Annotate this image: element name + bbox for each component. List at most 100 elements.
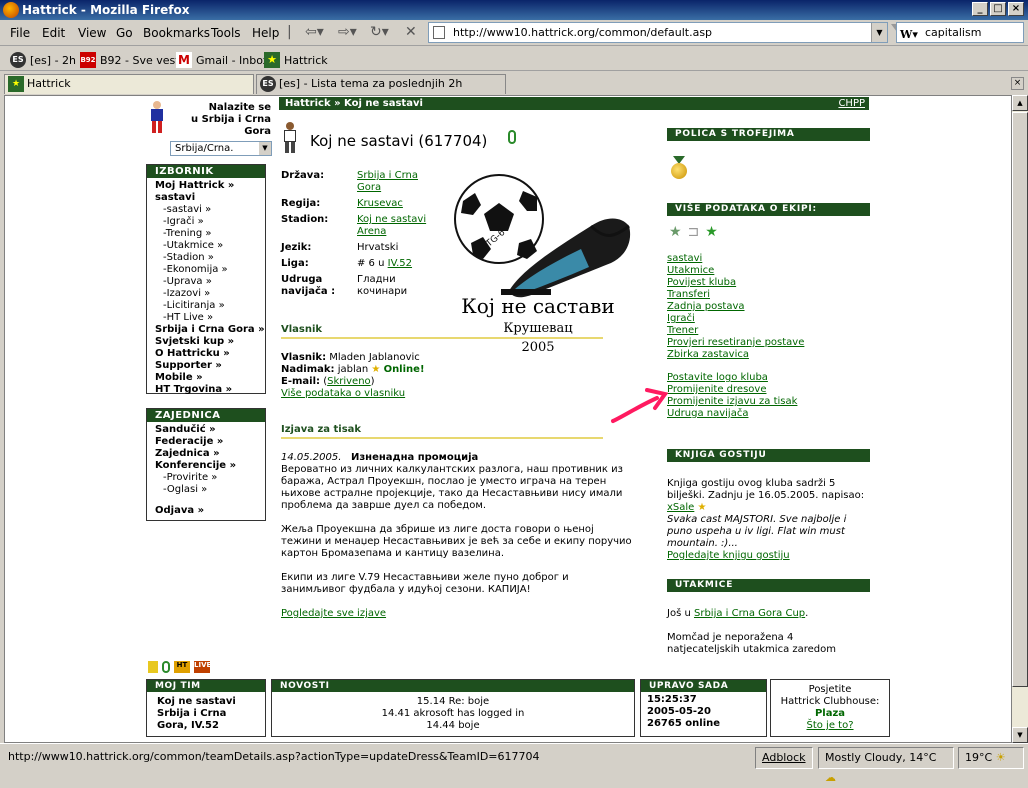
- wikipedia-icon[interactable]: W▾: [900, 25, 918, 44]
- vertical-scrollbar[interactable]: ▲ ▼: [1012, 95, 1028, 743]
- menu-help[interactable]: Help: [252, 26, 279, 40]
- medal-icon[interactable]: [670, 156, 688, 180]
- stop-icon[interactable]: ✕: [405, 24, 417, 40]
- team-link[interactable]: Promijenite izjavu za tisak: [667, 396, 797, 408]
- team-link[interactable]: Zadnja postava: [667, 301, 745, 313]
- team-link[interactable]: sastavi: [667, 253, 702, 265]
- tab-hattrick[interactable]: ★ Hattrick: [4, 74, 254, 94]
- temperature-status[interactable]: 19°C ☀: [958, 747, 1024, 769]
- cloud-sun-icon: ☁: [825, 771, 836, 784]
- zajednica-menu: ZAJEDNICA Sandučić » Federacije » Zajednic…: [146, 408, 266, 521]
- url-dropdown-icon[interactable]: ▼: [871, 23, 887, 42]
- menu-go[interactable]: Go: [116, 26, 133, 40]
- close-tab-icon[interactable]: ×: [1011, 77, 1024, 90]
- search-input[interactable]: capitalism: [925, 26, 981, 39]
- url-input[interactable]: http://www10.hattrick.org/common/default…: [453, 26, 712, 39]
- team-link[interactable]: Trener: [667, 325, 698, 337]
- my-team-league[interactable]: Srbija i Crna Gora, IV.52: [157, 708, 255, 732]
- menu-item[interactable]: -Ekonomija »: [155, 264, 257, 276]
- menu-item[interactable]: -Oglasi »: [155, 484, 257, 496]
- maximize-button[interactable]: □: [990, 2, 1006, 16]
- flag-icon[interactable]: ⊐: [688, 224, 700, 240]
- menu-item[interactable]: Moj Hattrick »: [155, 180, 257, 192]
- team-link[interactable]: Postavite logo kluba: [667, 372, 768, 384]
- menu-item[interactable]: Svjetski kup »: [155, 336, 257, 348]
- menu-item[interactable]: -Licitiranja »: [155, 300, 257, 312]
- adblock-button[interactable]: Adblock: [755, 747, 813, 769]
- info-value: Koj ne sastavi Arena: [357, 214, 427, 237]
- menu-item[interactable]: -Provirite »: [155, 472, 257, 484]
- menu-view[interactable]: View: [78, 26, 106, 40]
- what-is-it-link[interactable]: Što je to?: [771, 720, 889, 732]
- country-select[interactable]: Srbija/Crna. ▼: [170, 141, 272, 156]
- news-item[interactable]: 14.44 boje: [272, 720, 634, 732]
- my-team-name[interactable]: Koj ne sastavi: [157, 696, 255, 708]
- menu-item[interactable]: Supporter »: [155, 360, 257, 372]
- team-link[interactable]: Utakmice: [667, 265, 714, 277]
- menu-item[interactable]: -Utakmice »: [155, 240, 257, 252]
- minimize-button[interactable]: _: [972, 2, 988, 16]
- search-bar[interactable]: W▾ capitalism: [896, 22, 1024, 43]
- forward-icon[interactable]: ⇨▾: [338, 24, 357, 40]
- menu-item[interactable]: Mobile »: [155, 372, 257, 384]
- bookmark-b92[interactable]: B92 B92 - Sve vesti: [80, 52, 183, 68]
- menu-file[interactable]: File: [10, 26, 30, 40]
- menu-edit[interactable]: Edit: [42, 26, 65, 40]
- team-link[interactable]: Povijest kluba: [667, 277, 736, 289]
- team-link[interactable]: Transferi: [667, 289, 710, 301]
- live-icon[interactable]: LIVE: [194, 661, 211, 673]
- menu-tools[interactable]: Tools: [211, 26, 241, 40]
- menu-item[interactable]: Sandučić »: [155, 424, 257, 436]
- menu-item[interactable]: Federacije »: [155, 436, 257, 448]
- menu-item[interactable]: sastavi: [155, 192, 257, 204]
- back-icon[interactable]: ⇦▾: [305, 24, 324, 40]
- star-outline-icon[interactable]: ★: [669, 224, 682, 240]
- paperclip-icon[interactable]: [162, 661, 170, 673]
- bookmark-gmail[interactable]: M Gmail - Inbox: [176, 52, 269, 68]
- news-item[interactable]: 14.41 akrosoft has logged in: [272, 708, 634, 720]
- owner-more-link[interactable]: Više podataka o vlasniku: [281, 388, 425, 400]
- menu-item[interactable]: Konferencije »: [155, 460, 257, 472]
- team-link[interactable]: Zbirka zastavica: [667, 349, 749, 361]
- team-link[interactable]: Udruga navijača: [667, 408, 748, 420]
- guestbook-author-link[interactable]: xSale: [667, 502, 694, 513]
- chevron-down-icon[interactable]: ▼: [259, 142, 271, 155]
- team-link[interactable]: Provjeri resetiranje postave: [667, 337, 804, 349]
- paperclip-icon[interactable]: [508, 130, 516, 144]
- htc-icon[interactable]: HT: [174, 661, 190, 673]
- menu-item[interactable]: -Igrači »: [155, 216, 257, 228]
- tab-es[interactable]: ES [es] - Lista tema za poslednjih 2h: [256, 74, 506, 94]
- menu-item[interactable]: -Trening »: [155, 228, 257, 240]
- scroll-up-icon[interactable]: ▲: [1012, 95, 1028, 111]
- team-link[interactable]: Promijenite dresove: [667, 384, 766, 396]
- menu-item[interactable]: -Uprava »: [155, 276, 257, 288]
- chpp-link[interactable]: CHPP: [838, 97, 865, 110]
- bookmark-es[interactable]: ES [es] - 2h: [10, 52, 76, 68]
- reload-icon[interactable]: ↻▾: [370, 24, 389, 40]
- scroll-down-icon[interactable]: ▼: [1012, 727, 1028, 743]
- odjava-link[interactable]: Odjava »: [155, 505, 204, 516]
- menu-item[interactable]: -Izazovi »: [155, 288, 257, 300]
- guestbook-link[interactable]: Pogledajte knjigu gostiju: [667, 550, 867, 562]
- team-link[interactable]: Igrači: [667, 313, 695, 325]
- see-all-statements-link[interactable]: Pogledajte sve izjave: [281, 608, 633, 620]
- plaza-link[interactable]: Plaza: [771, 708, 889, 720]
- green-star-icon[interactable]: ★: [705, 224, 718, 240]
- close-window-button[interactable]: ×: [1008, 2, 1024, 16]
- scroll-thumb[interactable]: [1012, 112, 1028, 687]
- menu-item[interactable]: O Hattricku »: [155, 348, 257, 360]
- menu-item[interactable]: Srbija i Crna Gora »: [155, 324, 265, 336]
- menu-item[interactable]: -HT Live »: [155, 312, 257, 324]
- news-item[interactable]: 15.14 Re: boje: [272, 696, 634, 708]
- menu-item[interactable]: -sastavi »: [155, 204, 257, 216]
- note-icon[interactable]: [148, 661, 158, 673]
- menu-item[interactable]: HT Trgovina »: [155, 384, 257, 396]
- menu-item[interactable]: -Stadion »: [155, 252, 257, 264]
- bookmark-hattrick[interactable]: ★ Hattrick: [264, 52, 328, 68]
- email-link[interactable]: Skriveno: [327, 376, 371, 387]
- cup-link[interactable]: Srbija i Crna Gora Cup: [694, 608, 805, 619]
- menu-bookmarks[interactable]: Bookmarks: [143, 26, 210, 40]
- url-bar[interactable]: http://www10.hattrick.org/common/default…: [428, 22, 888, 43]
- menu-item[interactable]: Zajednica »: [155, 448, 257, 460]
- weather-status[interactable]: Mostly Cloudy, 14°C ☁: [818, 747, 954, 784]
